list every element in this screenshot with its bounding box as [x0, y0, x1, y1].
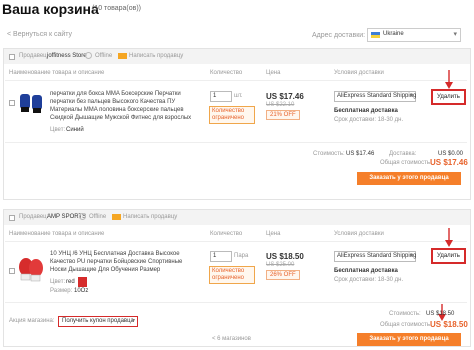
divider: [5, 241, 467, 242]
total-label: Общая стоимость:: [380, 160, 432, 166]
divider: [5, 142, 467, 143]
cost-value: US $17.46: [346, 151, 375, 157]
shipping-select[interactable]: AliExpress Standard Shipping ▾: [334, 91, 416, 102]
discount-badge: 21% OFF: [266, 110, 300, 120]
column-qty: Количество: [210, 231, 243, 237]
color-label: Цвет:: [50, 279, 66, 285]
quantity-limit-note: Количество ограничено: [209, 266, 255, 284]
address-value: Ukraine: [383, 31, 404, 37]
size-label: Размер:: [50, 288, 73, 294]
store-link[interactable]: joffitness Store: [47, 53, 87, 59]
item-checkbox[interactable]: [9, 268, 15, 274]
discount-badge: 26% OFF: [266, 270, 300, 280]
color-swatch[interactable]: [78, 277, 87, 287]
unit-label: шт.: [234, 93, 243, 99]
store-prefix: Продавец:: [19, 53, 49, 59]
column-shipping: Условия доставки: [334, 231, 384, 237]
back-to-site-link[interactable]: < Вернуться к сайту: [7, 31, 72, 38]
column-price: Цена: [266, 70, 281, 76]
divider: [5, 80, 467, 81]
cost-label: Стоимость:: [313, 151, 345, 157]
chevron-down-icon: ▾: [453, 31, 457, 38]
color-value: Синий: [66, 127, 84, 133]
quantity-input[interactable]: 1: [210, 91, 232, 102]
item-price: US $17.46: [266, 92, 304, 101]
quantity-input[interactable]: 1: [210, 251, 232, 262]
chevron-down-icon: ▾: [409, 253, 413, 259]
product-title[interactable]: перчатки для бокса MMA Боксерские Перчат…: [50, 90, 200, 122]
message-icon: [118, 53, 127, 59]
free-delivery-label: Бесплатная доставка: [334, 268, 398, 274]
item-price: US $18.50: [266, 252, 304, 261]
delete-button[interactable]: Удалить: [431, 248, 466, 264]
address-select[interactable]: Ukraine ▾: [367, 28, 461, 42]
seller-checkbox[interactable]: [9, 54, 15, 60]
address-label: Адрес доставки:: [312, 32, 366, 39]
column-price: Цена: [266, 231, 281, 237]
red-arrow-icon: [445, 70, 453, 89]
delivery-cost: US $0.00: [438, 151, 464, 157]
chevron-down-icon: ▾: [409, 93, 413, 99]
seller-checkbox[interactable]: [9, 215, 15, 221]
product-title[interactable]: 10 УНЦ /6 УНЦ Бесплатная Доставка Высоко…: [50, 250, 200, 274]
red-arrow-icon: [445, 228, 453, 247]
item-checkbox[interactable]: [9, 100, 15, 106]
offline-label: Offline: [95, 53, 113, 59]
offline-label: Offline: [89, 214, 107, 220]
size-value: 10Oz: [74, 288, 89, 294]
divider: [5, 302, 467, 303]
free-delivery-label: Бесплатная доставка: [334, 108, 398, 114]
more-stores-link[interactable]: < 6 магазинов: [212, 336, 251, 342]
shipping-select[interactable]: AliExpress Standard Shipping ▾: [334, 251, 416, 262]
total-value: US $18.50: [430, 320, 468, 329]
item-count: (10 товара(ов)): [92, 5, 142, 12]
old-price: US $25.00: [266, 262, 295, 268]
delete-button[interactable]: Удалить: [431, 89, 466, 105]
ukraine-flag-icon: [371, 32, 380, 38]
total-value: US $17.46: [430, 158, 468, 167]
shipping-value: AliExpress Standard Shipping: [337, 93, 417, 99]
total-label: Общая стоимость:: [380, 322, 432, 328]
delivery-label: Доставка:: [389, 151, 417, 157]
offline-status-icon: [85, 52, 92, 59]
column-shipping: Условия доставки: [334, 70, 384, 76]
quantity-limit-note: Количество ограничено: [209, 106, 255, 124]
color-value: red: [66, 279, 75, 285]
message-seller-link[interactable]: Написать продавцу: [129, 53, 183, 59]
chevron-down-icon: ▾: [131, 318, 135, 324]
coupon-value: Получить купон продавца: [62, 318, 134, 324]
product-image[interactable]: [17, 256, 45, 284]
delivery-time: Срок доставки: 18-30 дн.: [334, 277, 404, 283]
column-item: Наименование товара и описание: [9, 231, 105, 237]
column-qty: Количество: [210, 70, 243, 76]
old-price: US $22.10: [266, 102, 295, 108]
shipping-value: AliExpress Standard Shipping: [337, 253, 417, 259]
delivery-time: Срок доставки: 18-30 дн.: [334, 117, 404, 123]
order-from-seller-button[interactable]: Заказать у этого продавца: [357, 172, 461, 185]
cost-value: US $18.50: [426, 311, 455, 317]
message-seller-link[interactable]: Написать продавцу: [123, 214, 177, 220]
store-promo-label: Акция магазина:: [9, 318, 55, 324]
coupon-select[interactable]: Получить купон продавца ▾: [58, 316, 138, 327]
store-prefix: Продавец:: [19, 214, 49, 220]
cost-label: Стоимость:: [389, 311, 421, 317]
color-label: Цвет:: [50, 127, 66, 133]
page-title: Ваша корзина: [2, 1, 99, 17]
column-item: Наименование товара и описание: [9, 70, 105, 76]
product-image[interactable]: [17, 91, 45, 115]
offline-status-icon: [79, 213, 86, 220]
message-icon: [112, 214, 121, 220]
unit-label: Пара: [234, 253, 249, 259]
order-from-seller-button[interactable]: Заказать у этого продавца: [357, 333, 461, 346]
